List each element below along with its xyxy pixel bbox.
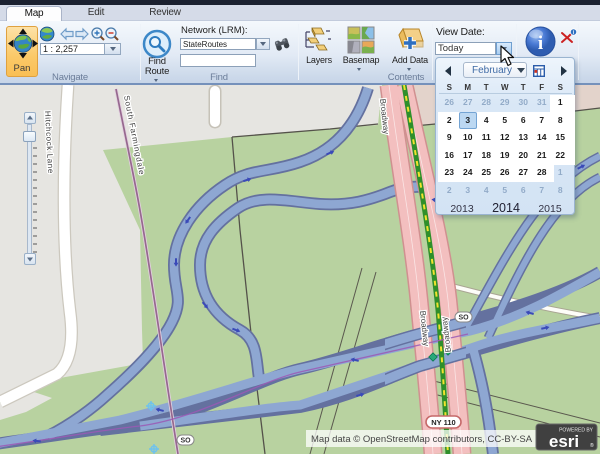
svg-text:i: i xyxy=(538,33,543,54)
svg-text:NY 110: NY 110 xyxy=(431,418,455,427)
svg-text:SO: SO xyxy=(180,438,191,445)
svg-text:SO: SO xyxy=(458,315,469,322)
svg-text:esri: esri xyxy=(549,432,579,451)
svg-text:Map data © OpenStreetMap contr: Map data © OpenStreetMap contributors, C… xyxy=(311,434,533,445)
svg-text:®: ® xyxy=(590,442,594,449)
